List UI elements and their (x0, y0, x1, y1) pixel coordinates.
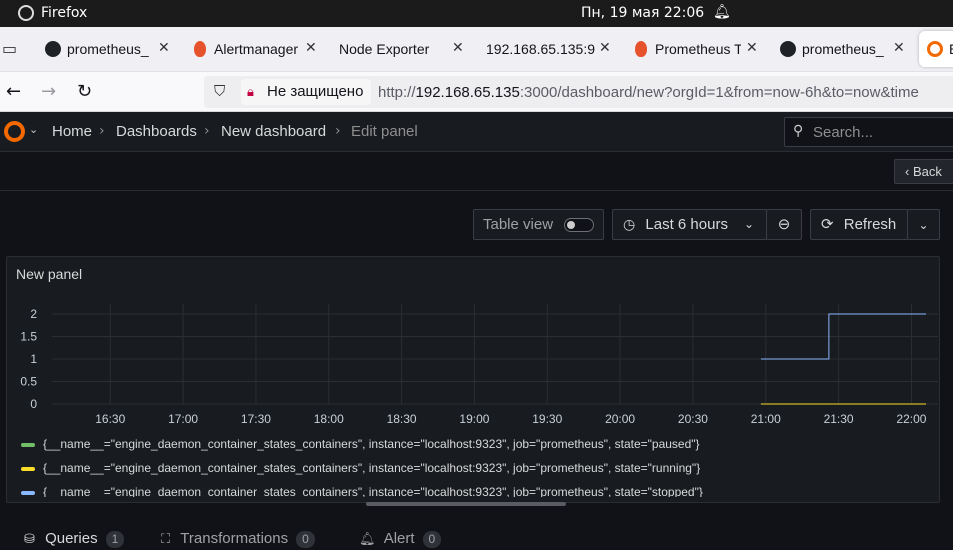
legend-label: {__name__="engine_daemon_container_state… (43, 461, 701, 475)
tab-label: prometheus_ (67, 41, 149, 57)
tab-alert[interactable]: 🔔︎ Alert 0 (359, 530, 442, 548)
system-top-bar: Firefox Пн, 19 мая 22:06 🔔︎ (0, 0, 953, 27)
refresh-icon: ⟳ (821, 216, 834, 233)
chevron-down-icon: ⌄ (918, 218, 929, 232)
close-icon[interactable]: ✕ (452, 39, 464, 56)
clock[interactable]: Пн, 19 мая 22:06 (581, 5, 704, 21)
search-input[interactable]: ⚲ Search... (784, 117, 953, 147)
forward-arrow-icon[interactable]: → (41, 81, 56, 102)
legend-swatch (21, 467, 35, 471)
tab-alertmanager[interactable]: Alertmanager ✕ (192, 27, 327, 72)
chevron-down-icon: ⌄ (744, 217, 755, 231)
browser-nav-bar: ← → ↻ ⛉ 🔒︎ Не защищено http://192.168.65… (0, 72, 953, 112)
count-badge: 0 (296, 531, 315, 548)
table-view-toggle[interactable]: Table view (473, 209, 604, 240)
close-icon[interactable]: ✕ (746, 39, 758, 56)
zoom-out-button[interactable]: ⊖ (766, 209, 802, 240)
tab-ip-9323[interactable]: 192.168.65.135:9 ✕ (464, 27, 614, 72)
tab-label: Prometheus T (655, 41, 741, 57)
count-badge: 0 (422, 531, 442, 548)
browser-tab-bar: ▭ prometheus_ ✕ Alertmanager ✕ Node Expo… (0, 27, 953, 72)
grafana-icon (927, 41, 943, 57)
legend-swatch (21, 491, 35, 495)
breadcrumb-separator-icon: › (99, 123, 105, 139)
time-range-label: Last 6 hours (645, 216, 728, 233)
database-icon: ⛁ (24, 531, 35, 546)
refresh-label: Refresh (843, 216, 897, 233)
breadcrumb-separator-icon: › (335, 123, 341, 139)
prometheus-icon (635, 41, 647, 57)
refresh-button[interactable]: ⟳ Refresh (810, 209, 908, 240)
transform-icon: ⛶ (161, 531, 171, 546)
refresh-interval-dropdown[interactable]: ⌄ (907, 209, 940, 240)
tab-label: Node Exporter (339, 41, 430, 57)
github-icon (45, 41, 61, 57)
zoom-out-icon: ⊖ (777, 216, 791, 233)
time-range-picker[interactable]: ◷ Last 6 hours ⌄ (612, 209, 767, 240)
breadcrumb-separator-icon: › (204, 123, 210, 139)
url-bar[interactable]: ⛉ 🔒︎ Не защищено http://192.168.65.135:3… (204, 76, 953, 108)
legend-swatch (21, 443, 35, 447)
tab-prometheus-time[interactable]: Prometheus T ✕ (633, 27, 763, 72)
back-to-dashboard-button[interactable]: ‹ Back (894, 159, 953, 184)
tab-label: 192.168.65.135:9 (486, 41, 595, 57)
grafana-top-nav: ⌄ Home › Dashboards › New dashboard › Ed… (0, 112, 953, 152)
tab-prometheus-github-1[interactable]: prometheus_ ✕ (45, 27, 185, 72)
tab-label: Transformations (180, 530, 289, 547)
reload-icon[interactable]: ↻ (77, 81, 92, 102)
search-icon: ⚲ (793, 123, 804, 139)
breadcrumb-new-dashboard[interactable]: New dashboard (221, 123, 326, 140)
grafana-toolbar: ‹ Back (0, 152, 953, 191)
breadcrumb-dashboards[interactable]: Dashboards (116, 123, 197, 140)
prometheus-icon (194, 41, 206, 57)
tab-node-exporter[interactable]: Node Exporter ✕ (317, 27, 467, 72)
close-icon[interactable]: ✕ (599, 39, 611, 56)
bell-icon[interactable]: 🔔︎ (713, 4, 731, 20)
close-icon[interactable]: ✕ (158, 39, 170, 56)
chart-legend: {__name__="engine_daemon_container_state… (7, 257, 941, 497)
bell-icon: 🔔︎ (359, 531, 376, 546)
chevron-down-icon[interactable]: ⌄ (29, 123, 38, 136)
back-label: Back (912, 164, 942, 179)
url-text[interactable]: http://192.168.65.135:3000/dashboard/new… (378, 84, 919, 101)
tab-queries[interactable]: ⛁ Queries 1 (24, 530, 125, 548)
insecure-label: Не защищено (267, 83, 364, 100)
connection-not-secure-badge[interactable]: 🔒︎ Не защищено (241, 79, 372, 105)
tab-label: prometheus_ (802, 41, 884, 57)
shield-icon[interactable]: ⛉ (214, 82, 225, 100)
table-view-label: Table view (483, 216, 554, 233)
legend-scrollbar[interactable] (366, 502, 566, 506)
tab-grafana-active[interactable]: E (919, 31, 953, 67)
active-app-name[interactable]: Firefox (41, 5, 87, 21)
grafana-logo-icon[interactable] (4, 121, 25, 142)
legend-label: {__name__="engine_daemon_container_state… (43, 437, 700, 451)
breadcrumb-edit-panel: Edit panel (351, 123, 418, 140)
tab-overview-icon[interactable]: ▭ (2, 39, 17, 58)
firefox-icon (18, 5, 34, 21)
tab-label: Queries (45, 530, 98, 547)
back-arrow-icon[interactable]: ← (6, 81, 21, 102)
close-icon[interactable]: ✕ (305, 39, 317, 56)
panel-preview: New panel 0 0.5 1 1.5 2 16:30 17:00 17:30 18:00 1… (6, 256, 941, 506)
tab-label: Alert (383, 530, 415, 547)
legend-label: {__name__="engine_daemon_container_state… (43, 485, 703, 497)
tab-label: Alertmanager (214, 41, 299, 57)
arrow-left-icon: ‹ (905, 164, 913, 179)
clock-icon: ◷ (623, 216, 636, 232)
search-placeholder: Search... (813, 124, 874, 141)
tab-prometheus-github-2[interactable]: prometheus_ ✕ (780, 27, 910, 72)
breadcrumb-home[interactable]: Home (52, 123, 92, 140)
tab-transformations[interactable]: ⛶ Transformations 0 (161, 530, 315, 548)
toggle-switch[interactable] (564, 218, 594, 232)
insecure-lock-icon: 🔒︎ (247, 84, 254, 99)
close-icon[interactable]: ✕ (893, 39, 905, 56)
count-badge: 1 (105, 531, 125, 548)
github-icon (780, 41, 796, 57)
tab-label: E (949, 41, 953, 57)
